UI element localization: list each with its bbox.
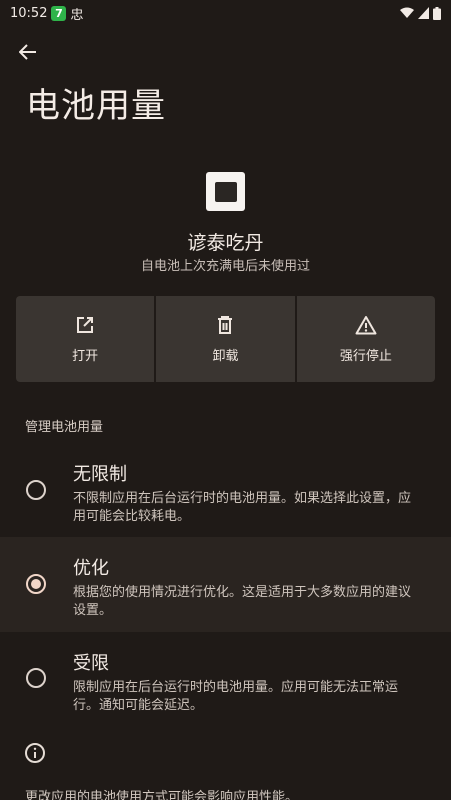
radio-unrestricted[interactable] <box>26 480 46 500</box>
app-icon-image <box>214 181 237 202</box>
section-header: 管理电池用量 <box>25 420 104 435</box>
footer-note: 更改应用的电池使用方式可能会影响应用性能。 <box>25 790 299 800</box>
signal-icon <box>418 7 429 19</box>
app-name: 谚泰吃丹 <box>187 232 264 254</box>
option-title: 无限制 <box>73 464 127 485</box>
open-button-label: 打开 <box>72 348 99 364</box>
option-title: 优化 <box>73 558 109 579</box>
radio-restricted[interactable] <box>26 668 46 688</box>
option-unrestricted[interactable]: 无限制 不限制应用在后台运行时的电池用量。如果选择此设置，应用可能会比较耗电。 <box>0 442 451 537</box>
open-external-icon <box>77 316 94 333</box>
force-stop-button-label: 强行停止 <box>339 348 392 364</box>
battery-icon <box>433 6 441 20</box>
app-usage-summary: 自电池上次充满电后未使用过 <box>140 259 310 274</box>
force-stop-button[interactable]: 强行停止 <box>296 296 435 382</box>
uninstall-button-label: 卸载 <box>212 348 239 364</box>
status-time: 10:52 <box>10 5 48 21</box>
option-title: 受限 <box>73 653 109 674</box>
action-bar: 打开 卸载 强行停止 <box>16 296 435 382</box>
trash-icon <box>218 315 233 334</box>
status-bar: 10:52 7 忠 <box>0 0 451 26</box>
status-extra-glyph: 忠 <box>70 7 84 23</box>
app-icon <box>206 172 245 211</box>
notification-badge: 7 <box>51 5 67 21</box>
open-button[interactable]: 打开 <box>16 296 155 382</box>
wifi-icon <box>400 7 414 18</box>
warning-icon <box>355 315 377 334</box>
back-button[interactable] <box>14 38 42 66</box>
uninstall-button[interactable]: 卸载 <box>156 296 295 382</box>
page-title: 电池用量 <box>26 86 166 126</box>
radio-optimized[interactable] <box>26 574 46 594</box>
arrow-back-icon <box>19 44 36 60</box>
option-description: 不限制应用在后台运行时的电池用量。如果选择此设置，应用可能会比较耗电。 <box>73 491 412 524</box>
option-description: 根据您的使用情况进行优化。这是适用于大多数应用的建议设置。 <box>73 585 412 618</box>
info-icon <box>25 743 45 763</box>
option-restricted[interactable]: 受限 限制应用在后台运行时的电池用量。应用可能无法正常运行。通知可能会延迟。 <box>0 632 451 727</box>
option-description: 限制应用在后台运行时的电池用量。应用可能无法正常运行。通知可能会延迟。 <box>73 680 399 713</box>
option-optimized[interactable]: 优化 根据您的使用情况进行优化。这是适用于大多数应用的建议设置。 <box>0 537 451 632</box>
